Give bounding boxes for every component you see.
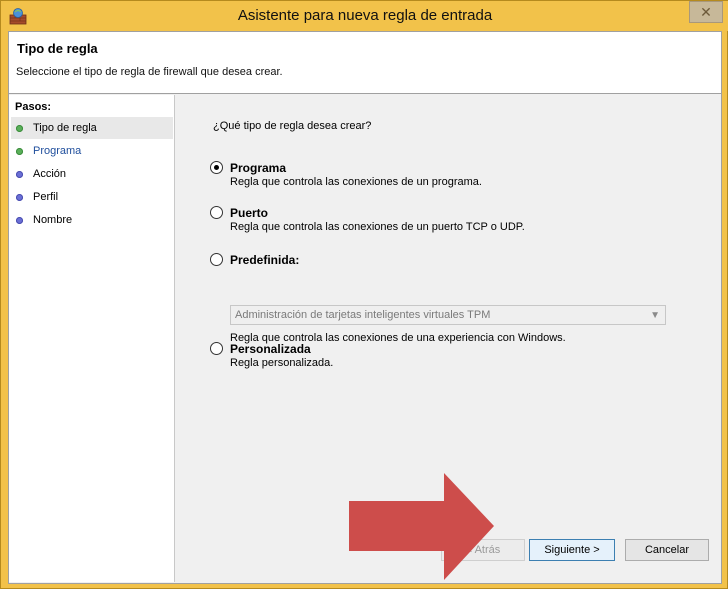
radio-personalizada[interactable]: [210, 342, 223, 355]
predefined-rule-value: Administración de tarjetas inteligentes …: [235, 309, 491, 321]
title-bar[interactable]: Asistente para nueva regla de entrada ✕: [1, 1, 728, 31]
step-label: Tipo de regla: [33, 122, 97, 134]
step-programa[interactable]: Programa: [11, 140, 173, 162]
close-button[interactable]: ✕: [689, 1, 723, 23]
step-nombre[interactable]: Nombre: [11, 209, 173, 231]
step-label: Perfil: [33, 191, 59, 203]
steps-title: Pasos:: [15, 101, 52, 113]
option-label[interactable]: Programa: [230, 161, 286, 175]
chevron-down-icon: ▼: [650, 310, 660, 321]
red-arrow-annotation: [349, 473, 494, 580]
page-subtitle: Seleccione el tipo de regla de firewall …: [16, 66, 283, 78]
step-status-blue-icon: [16, 170, 23, 178]
option-label[interactable]: Personalizada: [230, 342, 311, 356]
step-perfil[interactable]: Perfil: [11, 186, 173, 208]
option-label[interactable]: Predefinida:: [230, 253, 299, 267]
predefined-rule-select[interactable]: Administración de tarjetas inteligentes …: [230, 305, 666, 325]
step-status-green-icon: [16, 147, 23, 155]
cancel-button[interactable]: Cancelar: [625, 539, 709, 561]
radio-programa[interactable]: [210, 161, 223, 174]
step-status-blue-icon: [16, 193, 23, 201]
radio-predefinida[interactable]: [210, 253, 223, 266]
option-label[interactable]: Puerto: [230, 206, 268, 220]
wizard-header: Tipo de regla Seleccione el tipo de regl…: [9, 32, 721, 94]
step-status-blue-icon: [16, 216, 23, 224]
steps-panel: Pasos: Tipo de regla Programa Acción Per…: [9, 95, 175, 582]
step-tipo-de-regla[interactable]: Tipo de regla: [11, 117, 173, 139]
step-label: Acción: [33, 168, 67, 180]
wizard-window: Asistente para nueva regla de entrada ✕ …: [0, 0, 728, 589]
step-accion[interactable]: Acción: [11, 163, 173, 185]
rule-type-question: ¿Qué tipo de regla desea crear?: [213, 120, 372, 132]
radio-puerto[interactable]: [210, 206, 223, 219]
option-description: Regla que controla las conexiones de un …: [230, 221, 525, 233]
next-button[interactable]: Siguiente >: [529, 539, 615, 561]
window-title: Asistente para nueva regla de entrada: [237, 7, 493, 24]
option-description: Regla que controla las conexiones de un …: [230, 176, 482, 188]
step-label: Programa: [33, 145, 82, 157]
close-icon: ✕: [700, 3, 712, 20]
step-status-green-icon: [16, 124, 23, 132]
step-label: Nombre: [33, 214, 73, 226]
option-description: Regla personalizada.: [230, 357, 334, 369]
page-title: Tipo de regla: [17, 41, 98, 56]
